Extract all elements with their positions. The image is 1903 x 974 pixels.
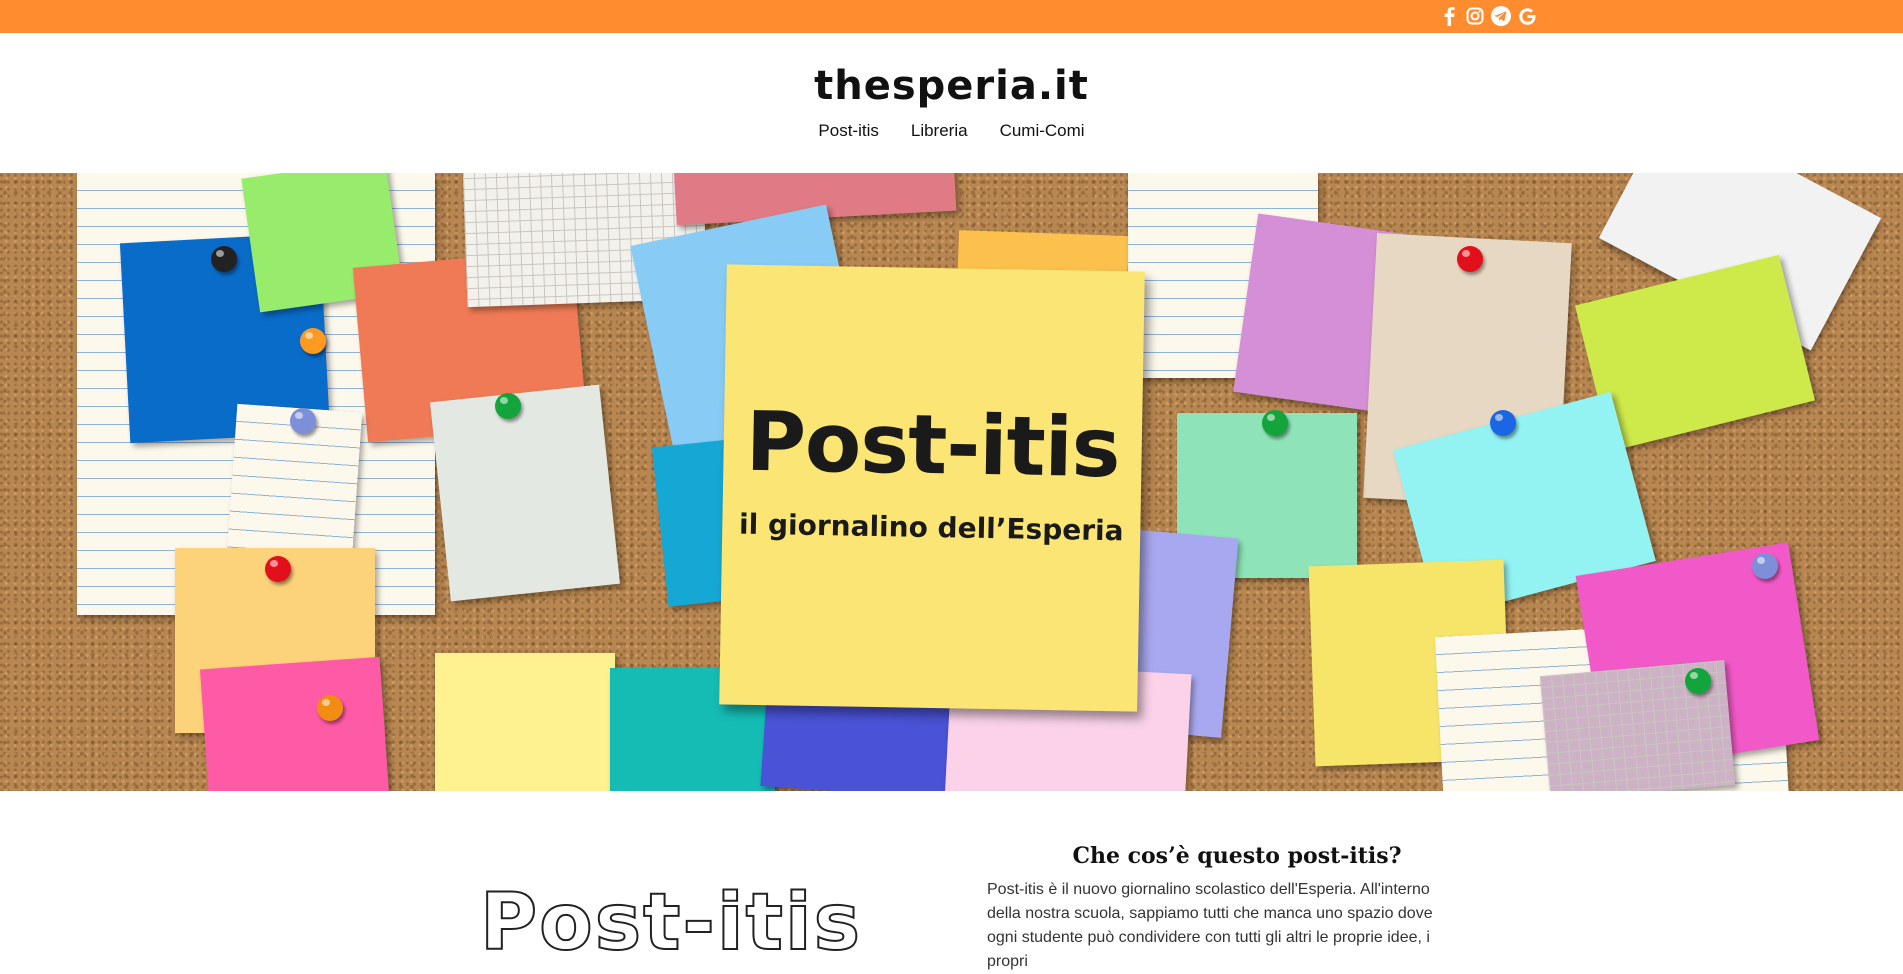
hero-title-note: Post-itis il giornalino dell’Esperia [719, 264, 1145, 712]
nav-item-libreria[interactable]: Libreria [911, 121, 968, 141]
nav-item-cumi-comi[interactable]: Cumi-Comi [1000, 121, 1085, 141]
hero-subtitle: il giornalino dell’Esperia [738, 507, 1124, 548]
site-title[interactable]: thesperia.it [0, 63, 1903, 109]
pushpin-icon [300, 328, 326, 354]
torn-note-gray [430, 384, 620, 602]
about-heading: Che cos’è questo post-itis? [1072, 843, 1402, 869]
telegram-icon[interactable] [1490, 5, 1512, 27]
facebook-icon[interactable] [1438, 5, 1460, 27]
social-links [1438, 5, 1538, 27]
pushpin-icon [265, 556, 291, 582]
main-nav: Post-itis Libreria Cumi-Comi [0, 121, 1903, 141]
post-itis-logo: Post-itis [479, 877, 863, 969]
pushpin-icon [211, 246, 237, 272]
pushpin-icon [290, 408, 316, 434]
pushpin-icon [1262, 410, 1288, 436]
sticky-note-light-yellow [435, 653, 615, 791]
pushpin-icon [1685, 668, 1711, 694]
pushpin-icon [1752, 553, 1778, 579]
google-icon[interactable] [1516, 5, 1538, 27]
pushpin-icon [317, 695, 343, 721]
sticky-note-hot-pink [199, 656, 391, 791]
site-header: thesperia.it Post-itis Libreria Cumi-Com… [0, 33, 1903, 173]
top-bar [0, 0, 1903, 33]
instagram-icon[interactable] [1464, 5, 1486, 27]
pushpin-icon [1490, 410, 1516, 436]
pushpin-icon [495, 393, 521, 419]
hero-banner: Post-itis il giornalino dell’Esperia [0, 173, 1903, 791]
about-paragraph: Post-itis è il nuovo giornalino scolasti… [987, 881, 1433, 970]
hero-title: Post-itis [745, 394, 1121, 497]
pushpin-icon [1457, 246, 1483, 272]
nav-item-post-itis[interactable]: Post-itis [818, 121, 878, 141]
